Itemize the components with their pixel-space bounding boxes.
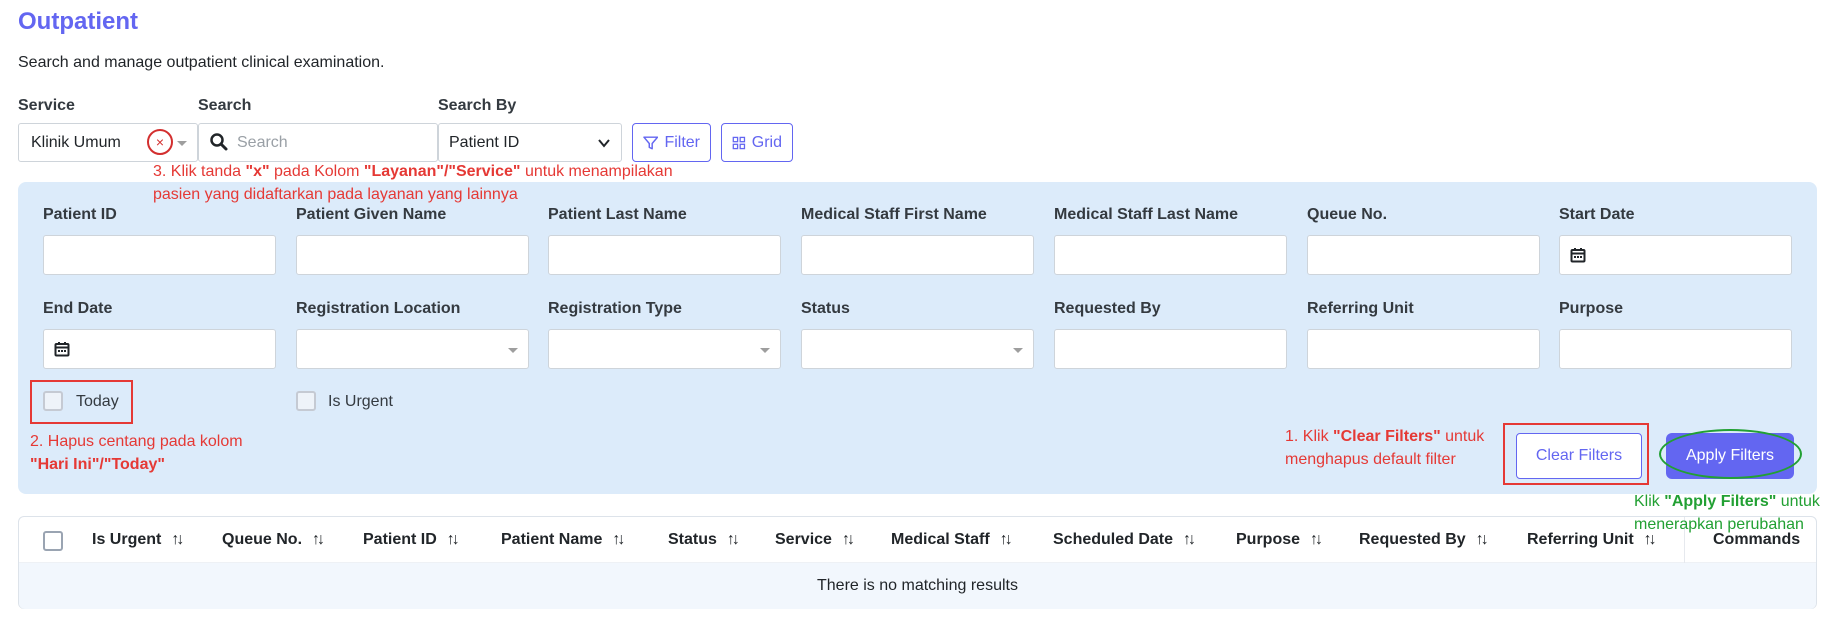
search-label: Search bbox=[198, 97, 252, 114]
column-header-queue-no[interactable]: Queue No. ↑↓ bbox=[222, 531, 325, 549]
search-by-label: Search By bbox=[438, 97, 517, 114]
sort-icon[interactable]: ↑↓ bbox=[842, 531, 855, 549]
chevron-down-icon bbox=[508, 348, 518, 353]
is-urgent-checkbox-label: Is Urgent bbox=[328, 393, 393, 410]
column-header-is-urgent[interactable]: Is Urgent ↑↓ bbox=[92, 531, 184, 549]
service-select[interactable]: Klinik Umum × bbox=[18, 123, 198, 162]
search-icon bbox=[209, 132, 229, 157]
medical-staff-first-name-input[interactable] bbox=[801, 235, 1034, 275]
select-all-checkbox[interactable] bbox=[43, 531, 63, 551]
patient-given-name-label: Patient Given Name bbox=[296, 206, 447, 223]
start-date-input[interactable] bbox=[1559, 235, 1792, 275]
chevron-down-icon[interactable] bbox=[177, 141, 187, 146]
patient-last-name-input[interactable] bbox=[548, 235, 781, 275]
sort-icon[interactable]: ↑↓ bbox=[171, 531, 184, 549]
annotation-step3: 3. Klik tanda "x" pada Kolom "Layanan"/"… bbox=[153, 163, 673, 203]
patient-last-name-label: Patient Last Name bbox=[548, 206, 687, 223]
column-header-requested-by[interactable]: Requested By ↑↓ bbox=[1359, 531, 1489, 549]
grid-icon bbox=[732, 136, 746, 149]
search-by-select[interactable]: Patient ID bbox=[438, 123, 622, 162]
chevron-down-icon bbox=[1013, 348, 1023, 353]
grid-button[interactable]: Grid bbox=[721, 123, 793, 162]
page-description: Search and manage outpatient clinical ex… bbox=[18, 54, 385, 71]
is-urgent-checkbox[interactable] bbox=[296, 391, 316, 411]
sort-icon[interactable]: ↑↓ bbox=[1183, 531, 1196, 549]
filter-button-label: Filter bbox=[664, 133, 700, 151]
column-header-patient-name[interactable]: Patient Name ↑↓ bbox=[501, 531, 625, 549]
column-header-patient-id[interactable]: Patient ID ↑↓ bbox=[363, 531, 460, 549]
registration-type-select[interactable] bbox=[548, 329, 781, 369]
column-header-purpose[interactable]: Purpose ↑↓ bbox=[1236, 531, 1323, 549]
service-label: Service bbox=[18, 97, 75, 114]
today-checkbox[interactable] bbox=[43, 391, 63, 411]
registration-location-label: Registration Location bbox=[296, 300, 461, 317]
column-header-medical-staff[interactable]: Medical Staff ↑↓ bbox=[891, 531, 1013, 549]
registration-location-select[interactable] bbox=[296, 329, 529, 369]
sort-icon[interactable]: ↑↓ bbox=[1000, 531, 1013, 549]
referring-unit-input[interactable] bbox=[1307, 329, 1540, 369]
results-table: Is Urgent ↑↓ Queue No. ↑↓ Patient ID ↑↓ Pat… bbox=[18, 516, 1817, 609]
today-checkbox-label: Today bbox=[76, 393, 119, 410]
patient-given-name-input[interactable] bbox=[296, 235, 529, 275]
sort-icon[interactable]: ↑↓ bbox=[447, 531, 460, 549]
patient-id-input[interactable] bbox=[43, 235, 276, 275]
start-date-label: Start Date bbox=[1559, 206, 1635, 223]
filter-icon bbox=[643, 135, 659, 150]
filter-button[interactable]: Filter bbox=[632, 123, 711, 162]
sort-icon[interactable]: ↑↓ bbox=[612, 531, 625, 549]
calendar-icon[interactable] bbox=[1570, 247, 1586, 268]
sort-icon[interactable]: ↑↓ bbox=[1310, 531, 1323, 549]
chevron-down-icon bbox=[760, 348, 770, 353]
chevron-down-icon bbox=[597, 136, 611, 155]
column-header-status[interactable]: Status ↑↓ bbox=[668, 531, 740, 549]
column-header-service[interactable]: Service ↑↓ bbox=[775, 531, 855, 549]
queue-no-label: Queue No. bbox=[1307, 206, 1388, 223]
registration-type-label: Registration Type bbox=[548, 300, 682, 317]
annotation-apply: Klik "Apply Filters" untuk menerapkan pe… bbox=[1634, 493, 1820, 533]
clear-filters-button[interactable]: Clear Filters bbox=[1516, 433, 1642, 479]
patient-id-label: Patient ID bbox=[43, 206, 117, 223]
purpose-label: Purpose bbox=[1559, 300, 1624, 317]
referring-unit-label: Referring Unit bbox=[1307, 300, 1414, 317]
grid-button-label: Grid bbox=[751, 133, 782, 151]
queue-no-input[interactable] bbox=[1307, 235, 1540, 275]
empty-state-message: There is no matching results bbox=[19, 563, 1816, 609]
annotation-step1: 1. Klik "Clear Filters" untuk menghapus … bbox=[1285, 428, 1485, 468]
sort-icon[interactable]: ↑↓ bbox=[1476, 531, 1489, 549]
end-date-label: End Date bbox=[43, 300, 113, 317]
medical-staff-first-name-label: Medical Staff First Name bbox=[801, 206, 987, 223]
search-field[interactable] bbox=[198, 123, 438, 162]
status-select[interactable] bbox=[801, 329, 1034, 369]
service-value: Klinik Umum bbox=[31, 134, 121, 151]
page-title: Outpatient bbox=[18, 8, 138, 35]
service-clear-icon[interactable]: × bbox=[147, 129, 173, 155]
sort-icon[interactable]: ↑↓ bbox=[312, 531, 325, 549]
table-header: Is Urgent ↑↓ Queue No. ↑↓ Patient ID ↑↓ Pat… bbox=[19, 517, 1816, 563]
annotation-step2: 2. Hapus centang pada kolom "Hari Ini"/"… bbox=[30, 433, 243, 473]
purpose-input[interactable] bbox=[1559, 329, 1792, 369]
column-header-scheduled-date[interactable]: Scheduled Date ↑↓ bbox=[1053, 531, 1196, 549]
annotation-highlight-apply bbox=[1659, 429, 1802, 479]
status-label: Status bbox=[801, 300, 850, 317]
requested-by-input[interactable] bbox=[1054, 329, 1287, 369]
search-by-value: Patient ID bbox=[449, 134, 520, 151]
search-input[interactable] bbox=[237, 132, 427, 154]
medical-staff-last-name-label: Medical Staff Last Name bbox=[1054, 206, 1239, 223]
medical-staff-last-name-input[interactable] bbox=[1054, 235, 1287, 275]
end-date-input[interactable] bbox=[43, 329, 276, 369]
requested-by-label: Requested By bbox=[1054, 300, 1161, 317]
sort-icon[interactable]: ↑↓ bbox=[727, 531, 740, 549]
calendar-icon[interactable] bbox=[54, 341, 70, 362]
